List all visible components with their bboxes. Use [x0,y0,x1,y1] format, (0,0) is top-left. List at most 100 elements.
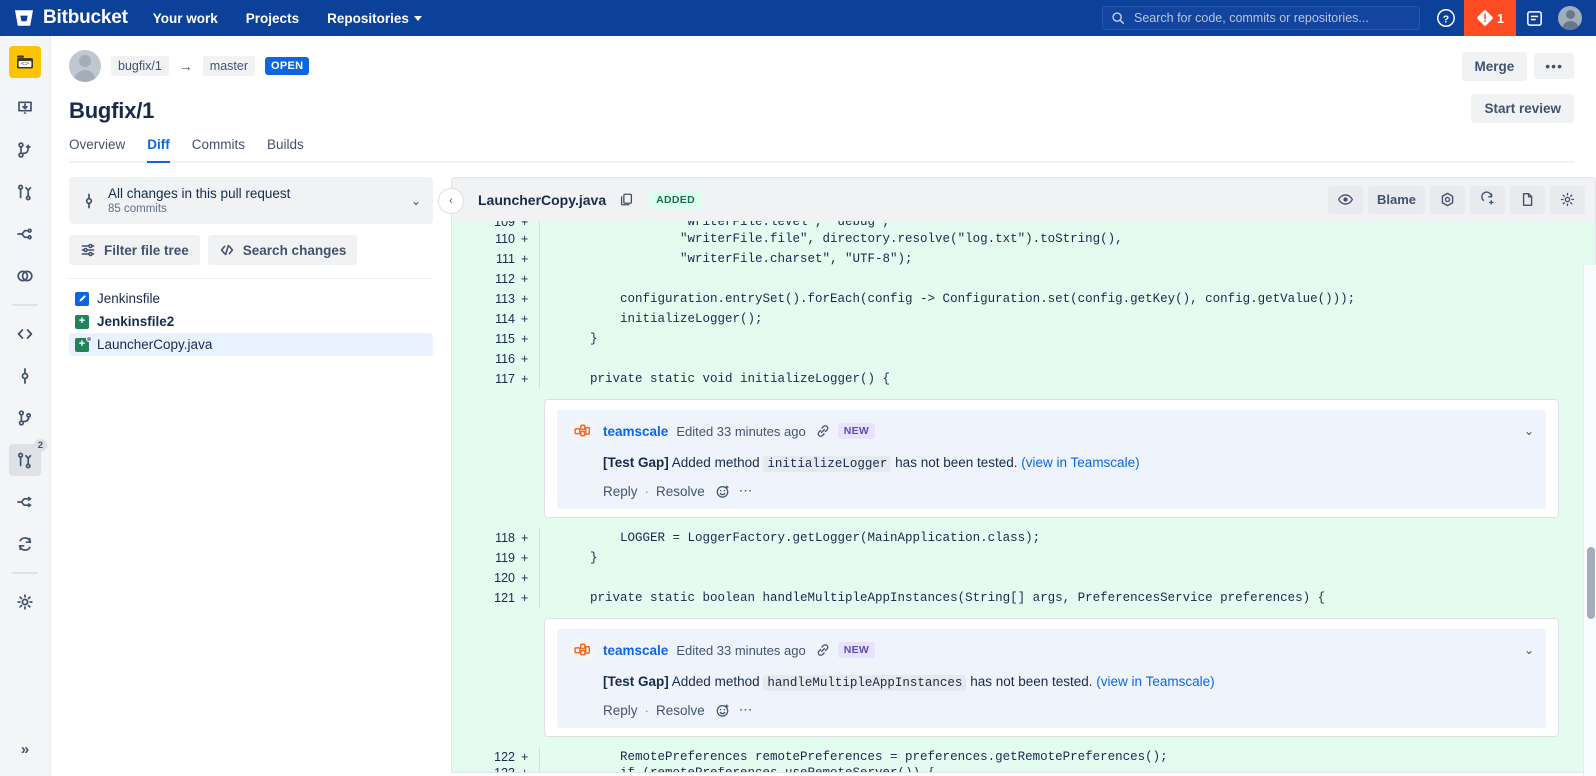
add-reaction-button[interactable] [715,703,730,718]
sidebar-item-create-pull-request[interactable] [9,176,41,208]
global-search[interactable] [1102,6,1420,30]
comment-indicator-dot [86,335,92,342]
file-tree-item-jenkinsfile[interactable]: Jenkinsfile [69,287,433,310]
alerts-button[interactable]: 1 [1464,0,1516,36]
help-button[interactable]: ? [1428,0,1464,36]
comment-permalink-button[interactable] [816,643,830,657]
comment-label: [Test Gap] [603,674,669,689]
commits-icon [17,228,32,240]
view-in-teamscale-link[interactable]: (view in Teamscale) [1096,674,1214,689]
sidebar-item-repository[interactable]: <> [9,46,41,78]
nav-your-work[interactable]: Your work [150,6,221,31]
code-line: 115 + } [452,329,1595,349]
comment-permalink-button[interactable] [816,424,830,438]
sidebar-item-compare[interactable] [9,260,41,292]
status-badge: OPEN [264,57,310,75]
collapse-comment-button[interactable]: ⌄ [1524,424,1534,438]
file-view-button[interactable] [1510,185,1545,214]
sidebar-item-pull-requests[interactable]: 2 [9,439,47,476]
reply-button[interactable]: Reply [603,703,638,718]
notifications-button[interactable] [1516,0,1552,36]
filter-file-tree-button[interactable]: Filter file tree [69,235,200,265]
nav-projects-label: Projects [245,10,300,26]
line-number: 112 + [495,272,529,286]
sidebar-item-branches[interactable] [9,402,41,434]
tab-overview[interactable]: Overview [69,137,125,161]
emoji-icon [716,484,729,498]
view-in-teamscale-link[interactable]: (view in Teamscale) [1021,455,1139,470]
file-tree-item-launchercopy[interactable]: + LauncherCopy.java [69,333,433,356]
pull-request-header: bugfix/1 → master OPEN Merge ••• Bugfix/… [51,36,1596,163]
gutter-separator [539,568,540,588]
sidebar-item-pipelines[interactable] [9,486,41,518]
create-pull-request-icon [17,184,32,201]
all-changes-selector[interactable]: All changes in this pull request 85 comm… [69,177,433,224]
sidebar-item-source[interactable] [9,318,41,350]
search-changes-button[interactable]: Search changes [207,235,358,265]
file-tree-buttons: Filter file tree Search changes [69,235,433,265]
page-scrollbar-track[interactable] [1583,265,1596,776]
top-nav-links: Your work Projects Repositories [150,6,425,31]
comment-more-button[interactable]: ⋯ [739,483,754,499]
profile-button[interactable] [1552,0,1588,36]
file-tree-divider [69,278,433,279]
blame-button[interactable]: Blame [1367,185,1425,214]
svg-text:<>: <> [21,61,29,68]
line-number: 111 + [495,252,529,266]
code-text: } [560,551,598,565]
sidebar-item-deployments[interactable] [9,528,41,560]
nav-projects[interactable]: Projects [243,6,302,31]
expand-sidebar-button[interactable]: » [21,741,29,758]
tab-builds[interactable]: Builds [267,137,304,161]
comment-body-wrapper: teamscale Edited 33 minutes ago NEW ⌄ [T… [557,629,1546,728]
sidebar-item-commits[interactable] [9,218,41,250]
gutter-separator [539,269,540,289]
sidebar-item-commit-list[interactable] [9,360,41,392]
line-number: 120 + [494,571,529,585]
collapse-comment-button[interactable]: ⌄ [1524,643,1534,657]
diff-view-settings-button[interactable] [1430,185,1465,214]
code-text: RemotePreferences remotePreferences = pr… [560,750,1168,764]
tab-commits[interactable]: Commits [192,137,245,161]
bitbucket-pull-request-page: Bitbucket Your work Projects Repositorie… [0,0,1596,776]
merge-button[interactable]: Merge [1461,51,1528,81]
code-line: 122 + RemotePreferences remotePreferences… [452,747,1595,767]
code-line: 113 + configuration.entrySet().forEach(co… [452,289,1595,309]
comment-text: [Test Gap] Added method handleMultipleAp… [603,672,1534,693]
code-line: 112 + [452,269,1595,289]
comment-body-wrapper: teamscale Edited 33 minutes ago NEW ⌄ [T… [557,410,1546,509]
comment-more-button[interactable]: ⋯ [739,702,754,718]
nav-repositories[interactable]: Repositories [324,6,425,31]
diff-settings-button[interactable] [1550,185,1585,214]
file-tree-item-jenkinsfile2[interactable]: + Jenkinsfile2 [69,310,433,333]
sidebar-item-clone[interactable] [9,92,41,124]
sidebar-divider-2 [12,572,38,574]
code-icon [17,329,33,339]
collapse-file-tree-button[interactable]: ‹ [438,188,464,214]
resolve-button[interactable]: Resolve [656,703,705,718]
refresh-diff-button[interactable] [1470,185,1505,214]
sidebar-item-repository-settings[interactable] [9,586,41,618]
tab-diff[interactable]: Diff [147,137,170,163]
source-branch-chip[interactable]: bugfix/1 [111,56,169,76]
add-reaction-button[interactable] [715,484,730,499]
branch-row: bugfix/1 → master OPEN Merge ••• [69,50,1574,82]
notifications-icon [1526,10,1542,26]
branch-arrow-icon: → [178,58,193,74]
gear-icon [17,594,33,610]
sidebar-divider [12,304,38,306]
more-actions-button[interactable]: ••• [1534,53,1574,79]
comment-author[interactable]: teamscale [603,424,668,439]
target-branch-chip[interactable]: master [202,56,255,76]
reply-button[interactable]: Reply [603,484,638,499]
nav-repositories-label: Repositories [327,10,409,26]
sidebar-item-create-branch[interactable] [9,134,41,166]
search-input[interactable] [1132,10,1411,26]
start-review-button[interactable]: Start review [1471,94,1574,123]
comment-author[interactable]: teamscale [603,643,668,658]
toggle-preview-button[interactable] [1327,185,1363,214]
copy-path-button[interactable] [619,192,634,207]
resolve-button[interactable]: Resolve [656,484,705,499]
bitbucket-logo-link[interactable]: Bitbucket [0,7,150,29]
page-scrollbar-thumb[interactable] [1586,547,1595,619]
